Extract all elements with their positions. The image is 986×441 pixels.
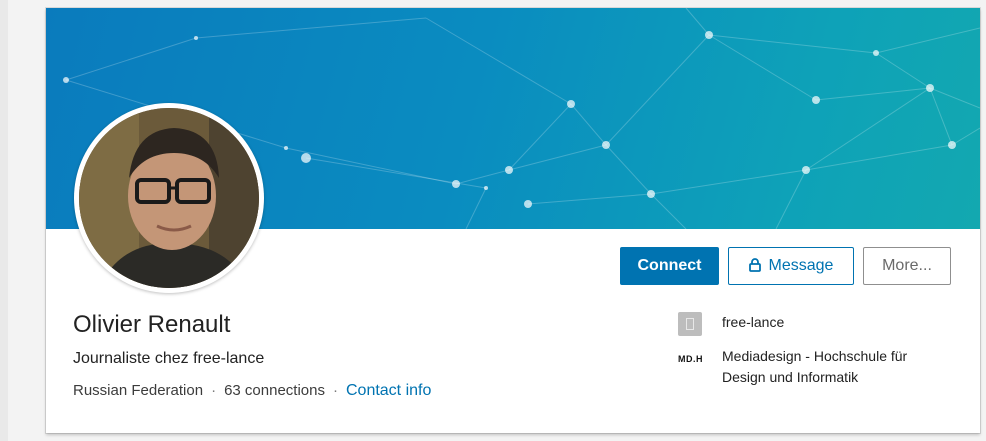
profile-avatar[interactable] xyxy=(74,103,264,293)
profile-meta: Russian Federation · 63 connections · Contac… xyxy=(73,382,431,400)
message-button[interactable]: Message xyxy=(728,247,854,285)
meta-separator: · xyxy=(332,382,338,399)
building-icon xyxy=(678,312,702,336)
profile-photo-illustration xyxy=(79,108,259,288)
profile-card: Connect Message More... Olivier Renault … xyxy=(46,8,980,433)
current-company-name: free-lance xyxy=(722,314,785,330)
education-line-2: Design und Informatik xyxy=(722,369,859,385)
lock-icon xyxy=(748,257,761,275)
lock-icon-glyph xyxy=(748,257,761,272)
profile-connections[interactable]: 63 connections xyxy=(224,382,325,399)
more-button-label: More... xyxy=(882,257,932,274)
profile-headline: Journaliste chez free-lance xyxy=(73,350,265,367)
profile-location: Russian Federation xyxy=(73,382,204,399)
connect-button-label: Connect xyxy=(637,257,702,274)
school-logo: MD.H xyxy=(678,354,703,364)
more-button[interactable]: More... xyxy=(863,247,951,285)
message-button-label: Message xyxy=(768,257,834,274)
contact-info-link[interactable]: Contact info xyxy=(346,382,431,399)
building-icon-shape xyxy=(686,318,694,330)
page-left-edge xyxy=(0,0,8,441)
profile-name: Olivier Renault xyxy=(73,311,231,338)
profile-photo xyxy=(79,108,259,288)
education-school[interactable]: MD.H Mediadesign - Hochschule für Design… xyxy=(678,346,907,388)
education-line-1: Mediadesign - Hochschule für xyxy=(722,348,908,364)
education-school-name: Mediadesign - Hochschule für Design und … xyxy=(722,346,907,388)
meta-separator: · xyxy=(211,382,217,399)
connect-button[interactable]: Connect xyxy=(620,247,719,285)
current-company[interactable]: free-lance xyxy=(678,312,784,336)
